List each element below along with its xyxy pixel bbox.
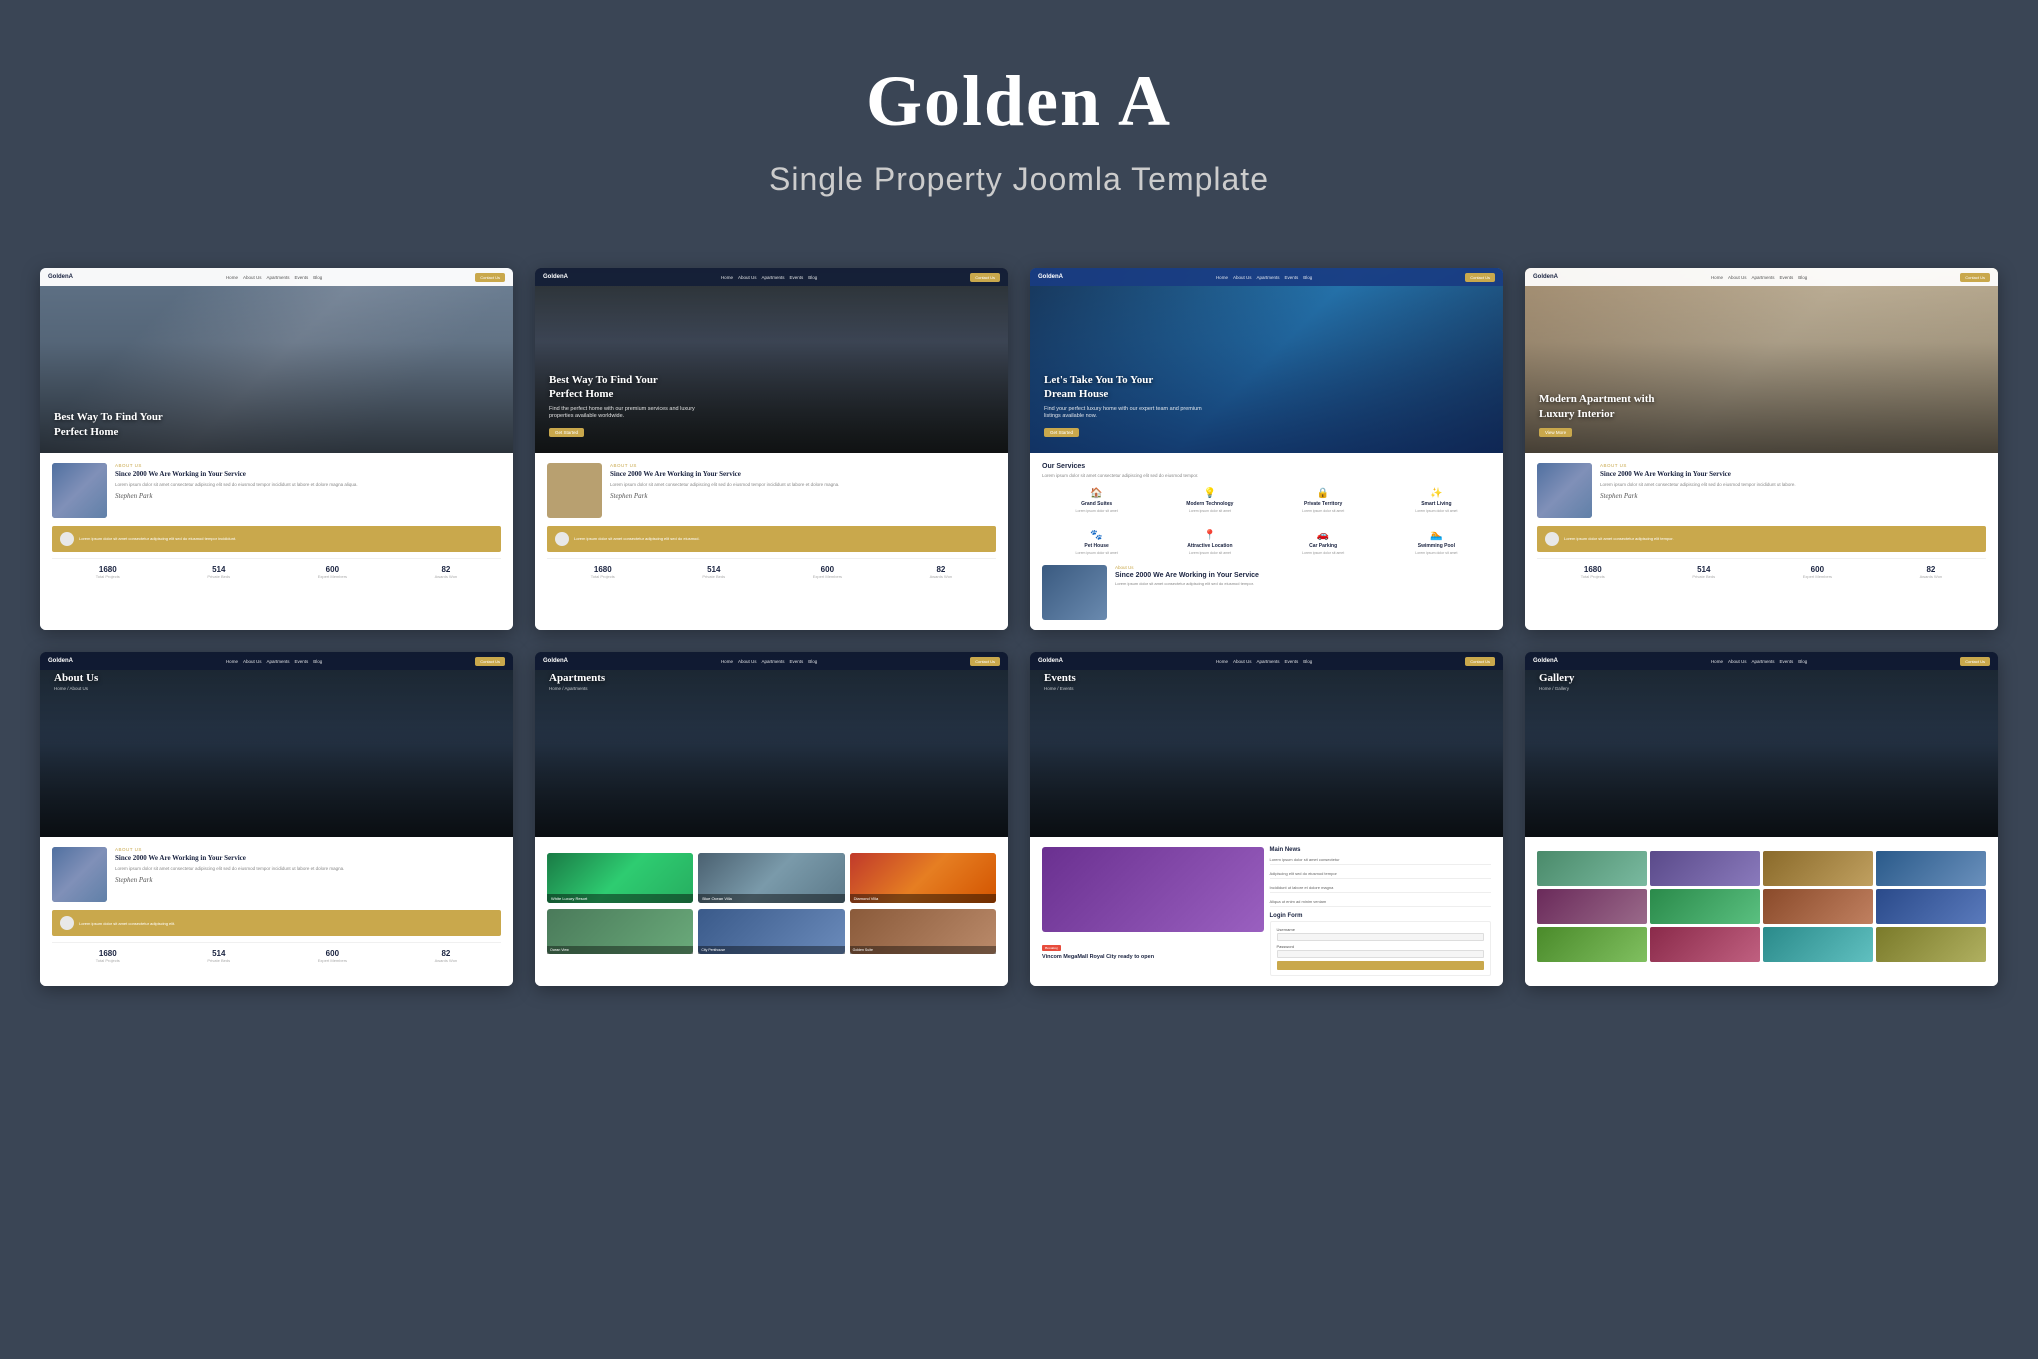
- card-1-about-row: About Us Since 2000 We Are Working in Yo…: [52, 463, 501, 518]
- service-pet-house: 🐾 Pet House Lorem ipsum dolor sit amet: [1042, 526, 1151, 560]
- card-3-hero-text: Let's Take You To Your Dream House Find …: [1030, 363, 1218, 453]
- gallery-cell-12: [1876, 927, 1986, 962]
- card-6-hero: GoldenA Home About Us Apartments Events …: [535, 652, 1008, 837]
- card-1-hero-title: Best Way To Find Your Perfect Home: [54, 410, 194, 439]
- card-2-hero-text: Best Way To Find Your Perfect Home Find …: [535, 363, 723, 453]
- service-smart-living: ✨ Smart Living Lorem ipsum dolor sit ame…: [1382, 484, 1491, 518]
- card-7-page-label: Events Home / Events: [1044, 672, 1076, 691]
- page-header: Golden A Single Property Joomla Template: [0, 0, 2038, 238]
- card-3-services-grid: 🏠 Grand Suites Lorem ipsum dolor sit ame…: [1042, 484, 1491, 518]
- login-button[interactable]: [1277, 961, 1485, 970]
- gallery-cell-7: [1763, 889, 1873, 924]
- events-main-img: [1042, 847, 1264, 932]
- card-5-hero: GoldenA Home About Us Apartments Events …: [40, 652, 513, 837]
- card-4-navbar: GoldenA Home About Us Apartments Events …: [1525, 268, 1998, 286]
- service-location: 📍 Attractive Location Lorem ipsum dolor …: [1155, 526, 1264, 560]
- gallery-cell-4: [1876, 851, 1986, 886]
- card-2-stats: 1680 Total Projects 514 Private Beds 600…: [547, 558, 996, 583]
- card-3-services-title: Our Services: [1042, 463, 1491, 470]
- service-modern-tech: 💡 Modern Technology Lorem ipsum dolor si…: [1155, 484, 1264, 518]
- login-form[interactable]: Username Password: [1270, 921, 1492, 976]
- stat-awards-1: 82 Awards Won: [435, 565, 458, 579]
- login-form-title: Login Form: [1270, 913, 1492, 919]
- card-1-body: About Us Since 2000 We Are Working in Yo…: [40, 453, 513, 630]
- card-1-testimonial: Lorem ipsum dolor sit amet consectetur a…: [52, 526, 501, 552]
- card-1-navbar: GoldenA Home About Us Apartments Events …: [40, 268, 513, 286]
- card-1-avatar: [60, 532, 74, 546]
- stat-projects-1: 1680 Total Projects: [96, 565, 120, 579]
- template-card-8[interactable]: GoldenA Home About Us Apartments Events …: [1525, 652, 1998, 986]
- template-card-1[interactable]: GoldenA Home About Us Apartments Events …: [40, 268, 513, 630]
- events-badge: Breaking: [1042, 945, 1061, 951]
- card-3-body: Our Services Lorem ipsum dolor sit amet …: [1030, 453, 1503, 630]
- gallery-cell-2: [1650, 851, 1760, 886]
- card-4-body: About Us Since 2000 We Are Working in Yo…: [1525, 453, 1998, 630]
- card-2-testimonial: Lorem ipsum dolor sit amet consectetur a…: [547, 526, 996, 552]
- card-2-hero: GoldenA Home About Us Apartments Events …: [535, 268, 1008, 453]
- card-1-about-content: About Us Since 2000 We Are Working in Yo…: [115, 463, 501, 500]
- card-7-body: Breaking Vincom MegaMall Royal City read…: [1030, 837, 1503, 986]
- service-grand-suites: 🏠 Grand Suites Lorem ipsum dolor sit ame…: [1042, 484, 1151, 518]
- card-3-services-row2: 🐾 Pet House Lorem ipsum dolor sit amet 📍…: [1042, 526, 1491, 560]
- main-title: Golden A: [20, 60, 2018, 143]
- card-2-about-content: About Us Since 2000 We Are Working in Yo…: [610, 463, 996, 500]
- template-card-2[interactable]: GoldenA Home About Us Apartments Events …: [535, 268, 1008, 630]
- apt-1: White Luxury Resort: [547, 853, 693, 903]
- gallery-cell-8: [1876, 889, 1986, 924]
- apartments-grid: White Luxury Resort Blue Ocean Villa Dia…: [547, 853, 996, 903]
- card-2-navbar: GoldenA Home About Us Apartments Events …: [535, 268, 1008, 286]
- card-8-page-label: Gallery Home / Gallery: [1539, 672, 1574, 691]
- card-3-navbar: GoldenA Home About Us Apartments Events …: [1030, 268, 1503, 286]
- service-private-territory: 🔒 Private Territory Lorem ipsum dolor si…: [1269, 484, 1378, 518]
- events-split: Breaking Vincom MegaMall Royal City read…: [1042, 847, 1491, 976]
- gallery-cell-9: [1537, 927, 1647, 962]
- card-5-page-label: About Us Home / About Us: [54, 672, 98, 691]
- gallery-cell-5: [1537, 889, 1647, 924]
- card-2-about-row: About Us Since 2000 We Are Working in Yo…: [547, 463, 996, 518]
- card-2-about-img: [547, 463, 602, 518]
- main-news-title: Main News: [1270, 847, 1492, 853]
- gallery-cell-3: [1763, 851, 1873, 886]
- service-parking: 🚗 Car Parking Lorem ipsum dolor sit amet: [1269, 526, 1378, 560]
- card-6-page-label: Apartments Home / Apartments: [549, 672, 605, 691]
- card-7-hero: GoldenA Home About Us Apartments Events …: [1030, 652, 1503, 837]
- template-card-7[interactable]: GoldenA Home About Us Apartments Events …: [1030, 652, 1503, 986]
- card-6-body: White Luxury Resort Blue Ocean Villa Dia…: [535, 837, 1008, 986]
- card-1-hero: GoldenA Home About Us Apartments Events …: [40, 268, 513, 453]
- card-2-body: About Us Since 2000 We Are Working in Yo…: [535, 453, 1008, 630]
- card-1-stats: 1680 Total Projects 514 Private Beds 600…: [52, 558, 501, 583]
- events-news-title: Vincom MegaMall Royal City ready to open: [1042, 954, 1264, 961]
- gallery-grid: [1537, 851, 1986, 962]
- stat-members-1: 600 Expert Members: [318, 565, 347, 579]
- card-1-logo: GoldenA: [48, 274, 73, 280]
- apt-3: Diamond Villa: [850, 853, 996, 903]
- card-5-body: About Us Since 2000 We Are Working in Yo…: [40, 837, 513, 986]
- gallery-cell-11: [1763, 927, 1873, 962]
- card-8-hero: GoldenA Home About Us Apartments Events …: [1525, 652, 1998, 837]
- template-card-4[interactable]: GoldenA Home About Us Apartments Events …: [1525, 268, 1998, 630]
- stat-beds-1: 514 Private Beds: [207, 565, 230, 579]
- template-card-5[interactable]: GoldenA Home About Us Apartments Events …: [40, 652, 513, 986]
- card-4-hero-text: Modern Apartment with Luxury Interior Vi…: [1525, 382, 1693, 453]
- gallery-cell-6: [1650, 889, 1760, 924]
- gallery-cell-1: [1537, 851, 1647, 886]
- card-8-body: [1525, 837, 1998, 986]
- service-pool: 🏊 Swimming Pool Lorem ipsum dolor sit am…: [1382, 526, 1491, 560]
- card-1-nav-links: Home About Us Apartments Events Blog: [226, 275, 322, 280]
- card-3-hero: GoldenA Home About Us Apartments Events …: [1030, 268, 1503, 453]
- card-1-about-img: [52, 463, 107, 518]
- main-subtitle: Single Property Joomla Template: [20, 161, 2018, 198]
- apt-2: Blue Ocean Villa: [698, 853, 844, 903]
- card-1-hero-text: Best Way To Find Your Perfect Home: [40, 400, 208, 453]
- card-4-hero: GoldenA Home About Us Apartments Events …: [1525, 268, 1998, 453]
- gallery-cell-10: [1650, 927, 1760, 962]
- template-card-6[interactable]: GoldenA Home About Us Apartments Events …: [535, 652, 1008, 986]
- card-1-nav-cta: Contact Us: [475, 273, 505, 282]
- template-card-3[interactable]: GoldenA Home About Us Apartments Events …: [1030, 268, 1503, 630]
- templates-grid: GoldenA Home About Us Apartments Events …: [0, 238, 2038, 1026]
